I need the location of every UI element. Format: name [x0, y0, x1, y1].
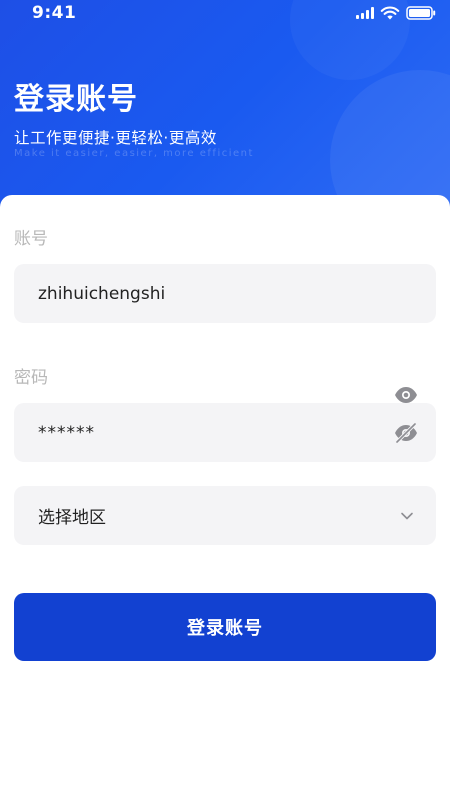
- login-screen: 9:41 登录账号 让工作更便捷·更轻松·更高效 Make it easier,…: [0, 0, 450, 800]
- account-label: 账号: [14, 229, 48, 249]
- wifi-icon: [380, 6, 400, 20]
- chevron-down-icon: [401, 512, 413, 519]
- login-button[interactable]: 登录账号: [14, 593, 436, 661]
- eye-icon[interactable]: [394, 386, 418, 404]
- region-select-value: 选择地区: [38, 508, 106, 528]
- status-time: 9:41: [32, 3, 77, 23]
- page-subtitle-en: Make it easier, easier, more efficient: [14, 148, 254, 159]
- password-input[interactable]: [38, 422, 412, 443]
- page-title: 登录账号: [14, 82, 138, 117]
- account-input[interactable]: [38, 283, 412, 304]
- page-subtitle: 让工作更便捷·更轻松·更高效: [14, 129, 217, 147]
- battery-icon: [406, 6, 436, 20]
- region-select[interactable]: 选择地区: [14, 486, 436, 545]
- password-field-box[interactable]: [14, 403, 436, 462]
- status-bar: 9:41: [0, 0, 450, 26]
- password-label: 密码: [14, 368, 48, 388]
- signal-icon: [356, 7, 374, 19]
- status-icons: [356, 6, 436, 20]
- eye-off-icon[interactable]: [394, 422, 418, 443]
- account-field-box[interactable]: [14, 264, 436, 323]
